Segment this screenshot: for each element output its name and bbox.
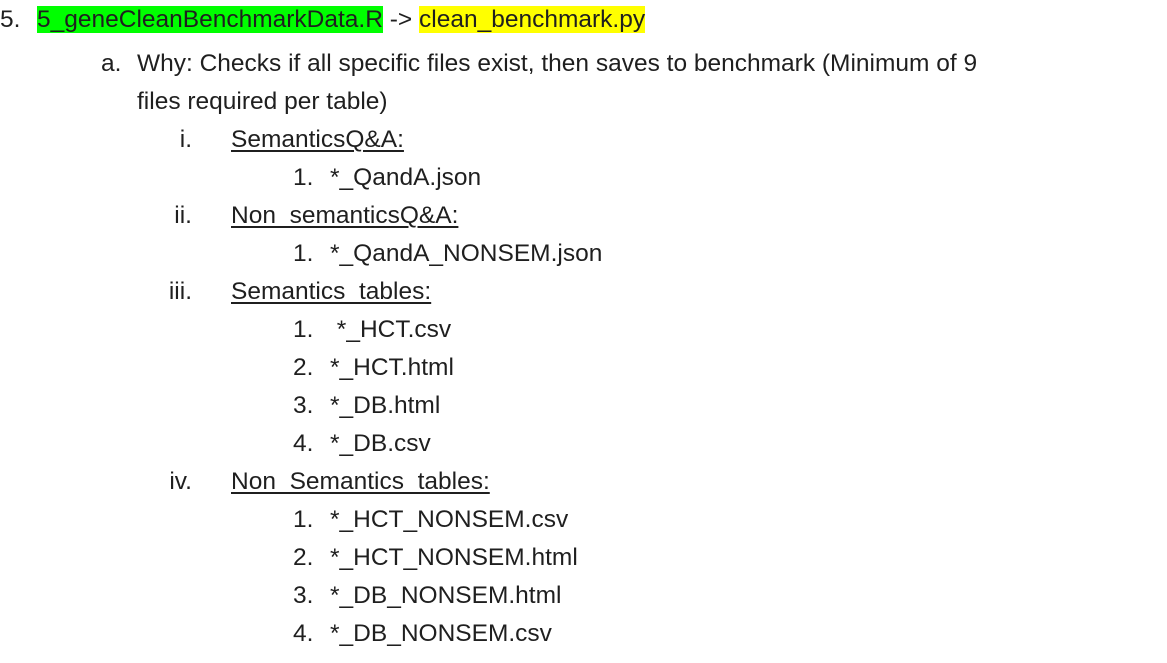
file-marker: 3. — [293, 392, 314, 419]
list-marker-a: a. — [101, 50, 122, 77]
file-marker: 4. — [293, 430, 314, 457]
file-name: *_DB.html — [330, 392, 441, 419]
section-marker-iii: iii. — [168, 278, 192, 305]
arrow-text: -> — [382, 6, 420, 33]
section-heading-semantics-qa: SemanticsQ&A: — [231, 126, 404, 153]
file-marker: 2. — [293, 354, 314, 381]
section-heading-non-semantics-qa: Non_semanticsQ&A: — [231, 202, 459, 229]
section-marker-ii: ii. — [174, 202, 192, 229]
file-name: *_QandA_NONSEM.json — [330, 240, 603, 267]
file-marker: 1. — [293, 506, 314, 533]
target-filename: clean_benchmark.py — [419, 6, 646, 33]
section-heading-non-semantics-tables: Non_Semantics_tables: — [231, 468, 490, 495]
section-marker-iv: iv. — [169, 468, 192, 495]
why-text-line-2: files required per table) — [137, 88, 388, 115]
file-name: *_DB.csv — [330, 430, 431, 457]
file-marker: 1. — [293, 240, 314, 267]
file-marker: 4. — [293, 620, 314, 647]
file-marker: 1. — [293, 164, 314, 191]
section-marker-i: i. — [179, 126, 192, 153]
file-name: *_HCT.html — [330, 354, 454, 381]
why-text-line-1: Why: Checks if all specific files exist,… — [137, 50, 978, 77]
file-name: *_HCT.csv — [330, 316, 452, 343]
source-filename: 5_geneCleanBenchmarkData.R — [37, 6, 383, 33]
file-marker: 1. — [293, 316, 314, 343]
file-name: *_HCT_NONSEM.csv — [330, 506, 569, 533]
file-name: *_QandA.json — [330, 164, 482, 191]
section-heading-semantics-tables: Semantics_tables: — [231, 278, 432, 305]
file-marker: 2. — [293, 544, 314, 571]
item-5-line: 5_geneCleanBenchmarkData.R -> clean_benc… — [37, 5, 646, 35]
list-marker-5: 5. — [0, 6, 21, 33]
file-marker: 3. — [293, 582, 314, 609]
file-name: *_HCT_NONSEM.html — [330, 544, 578, 571]
file-name: *_DB_NONSEM.csv — [330, 620, 552, 647]
file-name: *_DB_NONSEM.html — [330, 582, 562, 609]
